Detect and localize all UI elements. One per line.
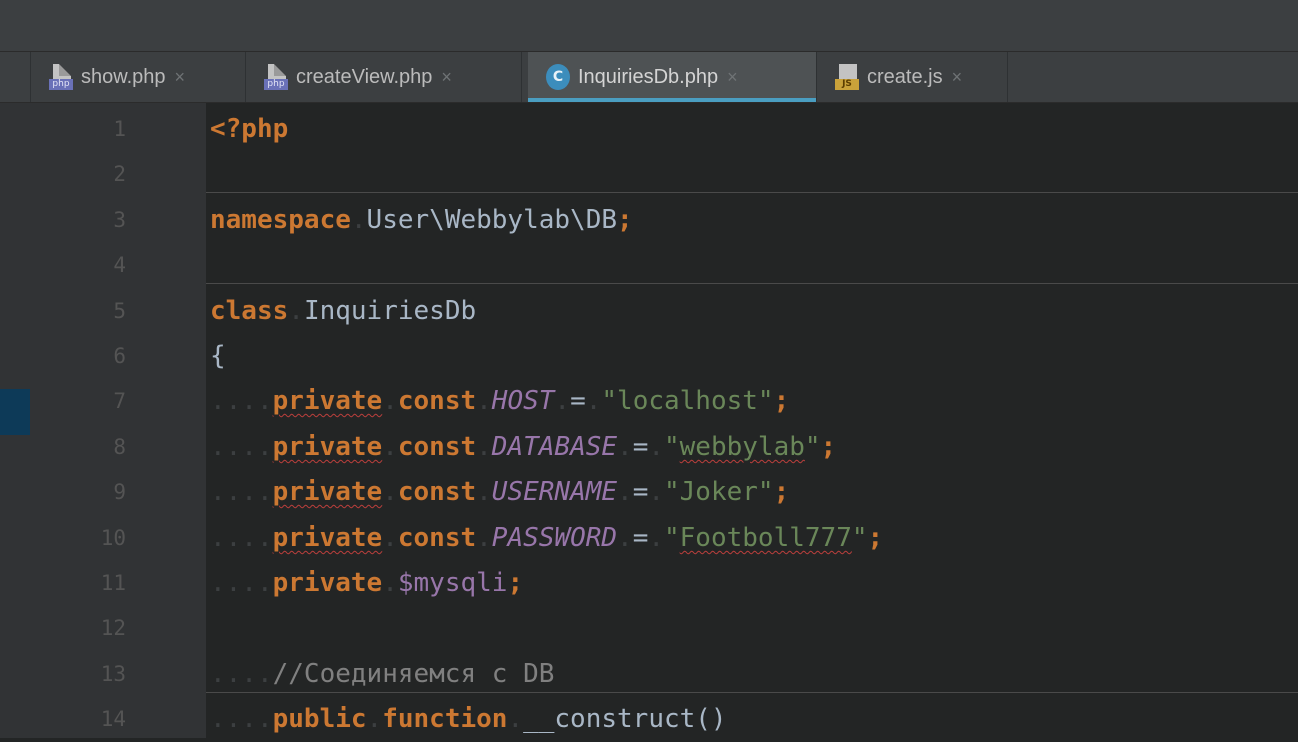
semicolon: ; xyxy=(820,432,837,462)
modifier: private xyxy=(272,477,383,507)
semicolon: ; xyxy=(507,568,524,598)
line-number: 3 xyxy=(113,208,126,232)
keyword: function xyxy=(382,704,508,734)
title-bar xyxy=(0,0,1298,52)
semicolon: ; xyxy=(867,523,884,553)
code-line-7: ....private.const.HOST.=."localhost"; xyxy=(210,386,790,416)
keyword: namespace xyxy=(210,205,351,235)
modifier: private xyxy=(272,386,383,416)
code-line-11: ....private.$mysqli; xyxy=(210,568,524,598)
quote: " xyxy=(851,523,868,553)
tab-bar-left-edge xyxy=(0,52,31,102)
line-number: 11 xyxy=(100,571,126,595)
tab-createview-php[interactable]: php createView.php × xyxy=(246,52,522,102)
js-file-icon: JS xyxy=(835,64,859,90)
operator: = xyxy=(570,386,586,416)
string-value: Footboll777 xyxy=(679,523,852,553)
php-file-icon: php xyxy=(264,64,288,90)
line-number: 6 xyxy=(113,344,126,368)
function-name: __construct() xyxy=(523,704,727,734)
line-number: 5 xyxy=(113,299,126,323)
tab-label: InquiriesDb.php xyxy=(578,65,719,88)
class-icon: C xyxy=(546,64,570,90)
line-number: 4 xyxy=(113,253,126,277)
keyword: const xyxy=(397,477,477,507)
line-number: 13 xyxy=(100,662,126,686)
line-number: 1 xyxy=(113,117,126,141)
php-open-tag: <?php xyxy=(210,114,289,144)
modifier: private xyxy=(272,568,383,598)
tab-label: create.js xyxy=(867,65,943,88)
tab-inquiriesdb-php[interactable]: C InquiriesDb.php × xyxy=(528,52,817,102)
line-number: 14 xyxy=(100,707,126,731)
keyword: const xyxy=(397,523,477,553)
namespace-path: User\Webbylab\DB xyxy=(366,205,617,235)
code-editor[interactable]: <?php namespace.User\Webbylab\DB; class.… xyxy=(206,103,1298,738)
code-line-8: ....private.const.DATABASE.=."webbylab"; xyxy=(210,432,837,462)
code-line-3: namespace.User\Webbylab\DB; xyxy=(210,205,633,235)
close-icon[interactable]: × xyxy=(175,67,186,88)
code-line-5: class.InquiriesDb xyxy=(210,296,477,326)
quote: " xyxy=(664,523,680,553)
line-number: 2 xyxy=(113,162,126,186)
close-icon[interactable]: × xyxy=(727,67,738,88)
semicolon: ; xyxy=(617,205,633,235)
quote: " xyxy=(804,432,821,462)
gutter-highlight-marker xyxy=(0,389,30,435)
code-line-13: ....//Соединяемся c DB xyxy=(210,659,555,689)
tab-show-php[interactable]: php show.php × xyxy=(31,52,246,102)
php-file-icon: php xyxy=(49,64,73,90)
method-separator xyxy=(206,283,1298,284)
string-value: webbylab xyxy=(679,432,805,462)
semicolon: ; xyxy=(773,386,790,416)
modifier: private xyxy=(272,523,383,553)
semicolon: ; xyxy=(773,477,790,507)
quote: " xyxy=(664,432,680,462)
operator: = xyxy=(632,523,649,553)
constant-name: USERNAME xyxy=(491,477,618,507)
keyword: const xyxy=(397,386,477,416)
operator: = xyxy=(632,432,649,462)
comment: //Соединяемся c DB xyxy=(272,659,555,689)
line-number-gutter: 1 2 3 4 5 6 7 8 9 10 11 12 13 14 xyxy=(30,103,224,738)
line-number: 7 xyxy=(113,389,126,413)
line-number: 8 xyxy=(113,435,126,459)
constant-name: DATABASE xyxy=(491,432,618,462)
keyword: const xyxy=(397,432,477,462)
code-line-9: ....private.const.USERNAME.=."Joker"; xyxy=(210,477,790,507)
tab-label: show.php xyxy=(81,65,166,88)
class-name: InquiriesDb xyxy=(303,296,477,326)
constant-name: HOST xyxy=(491,386,555,416)
keyword: class xyxy=(210,296,289,326)
tab-label: createView.php xyxy=(296,65,433,88)
method-separator xyxy=(206,192,1298,193)
modifier: private xyxy=(272,432,383,462)
code-line-14: ....public.function.__construct() xyxy=(210,704,727,734)
operator: = xyxy=(632,477,649,507)
modifier: public xyxy=(272,704,367,734)
close-icon[interactable]: × xyxy=(952,67,963,88)
left-tool-gutter xyxy=(0,103,31,738)
code-line-6: { xyxy=(206,334,226,379)
constant-name: PASSWORD xyxy=(491,523,618,553)
editor-tab-bar: php show.php × php createView.php × C In… xyxy=(0,52,1298,103)
tab-create-js[interactable]: JS create.js × xyxy=(817,52,1008,102)
string-value: "Joker" xyxy=(664,477,774,507)
line-number: 9 xyxy=(113,480,126,504)
line-number: 12 xyxy=(100,616,126,640)
string-value: "localhost" xyxy=(601,386,774,416)
code-line-10: ....private.const.PASSWORD.=."Footboll77… xyxy=(210,523,884,553)
close-icon[interactable]: × xyxy=(441,67,452,88)
code-line-1: <?php xyxy=(206,107,288,152)
brace: { xyxy=(210,341,226,371)
line-number: 10 xyxy=(100,526,126,550)
variable-name: $mysqli xyxy=(397,568,508,598)
